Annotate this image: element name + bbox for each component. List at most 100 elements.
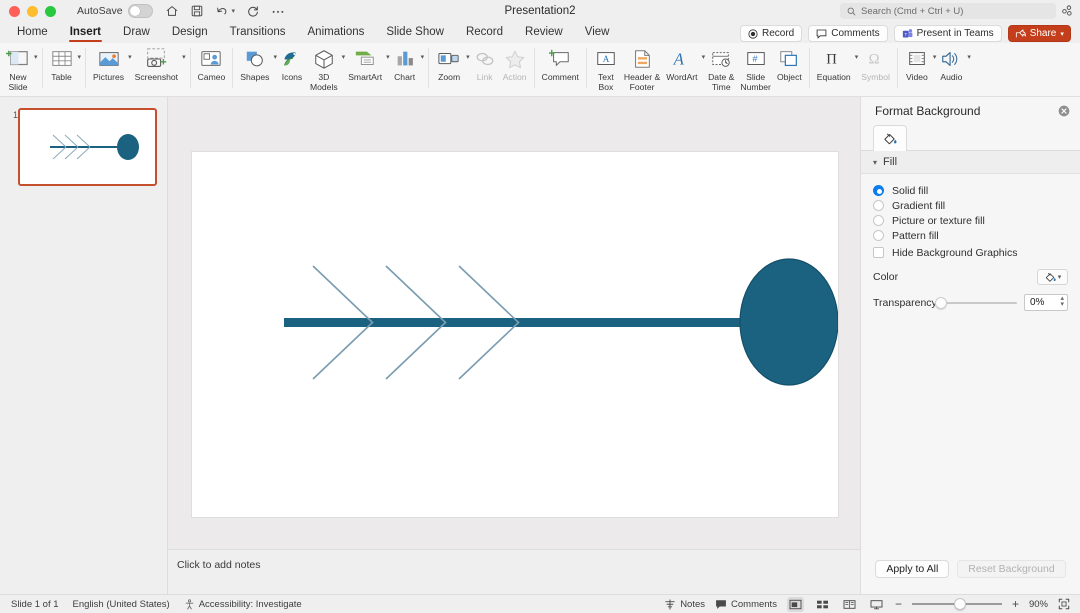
ribbon-toolbar[interactable]: New Slide ▾ Table ▾ Pictures ▾ Screensho… [0,43,1080,97]
ribbon-group-text: A Text Box Header & Footer A WordArt ▾ D… [591,43,805,97]
radio-picture-texture-fill[interactable] [873,215,884,226]
tab-animations[interactable]: Animations [297,22,376,43]
option-solid-fill[interactable]: Solid fill [873,183,1068,198]
chevron-down-icon[interactable]: ▾ [34,53,38,61]
ribbon-new-slide[interactable]: New Slide [3,43,33,92]
ribbon-header-footer[interactable]: Header & Footer [621,43,663,92]
option-hide-background-graphics[interactable]: Hide Background Graphics [873,245,1068,260]
radio-solid-fill[interactable] [873,185,884,196]
ribbon-date-time[interactable]: Date & Time [705,43,737,92]
chevron-down-icon[interactable]: ▾ [967,53,971,61]
fishbone-diagram[interactable] [192,152,838,517]
notes-pane[interactable]: Click to add notes [168,549,860,594]
transparency-field[interactable]: Transparency 0% ▴ ▾ [873,294,1068,311]
slide-thumbnail-pane[interactable]: 1 [0,97,168,594]
tab-record[interactable]: Record [455,22,514,43]
connector-icon[interactable] [1060,4,1073,17]
view-slide-sorter-button[interactable] [814,597,831,612]
chevron-down-icon[interactable]: ▾ [421,53,425,61]
fit-to-window-button[interactable] [1058,598,1070,610]
view-reading-button[interactable] [841,597,858,612]
tab-insert[interactable]: Insert [59,22,112,43]
zoom-level-label[interactable]: 90% [1029,599,1048,610]
option-picture-texture-fill[interactable]: Picture or texture fill [873,213,1068,228]
tab-home[interactable]: Home [6,22,59,43]
format-pane-footer[interactable]: Apply to All Reset Background [861,560,1080,578]
fill-section-header[interactable]: ▾ Fill [861,151,1080,174]
thumbnail-row[interactable]: 1 [0,108,168,186]
chevron-down-icon[interactable]: ▾ [78,53,82,61]
slide-editor-area[interactable]: Click to add notes [168,97,860,594]
transparency-value-input[interactable]: 0% ▴ ▾ [1024,294,1068,311]
tab-fill[interactable] [873,125,907,151]
status-bar-right[interactable]: Notes Comments − + 90% [664,596,1080,612]
search-input[interactable]: Search (Cmd + Ctrl + U) [840,3,1056,19]
share-button[interactable]: Share ▾ [1007,25,1071,42]
ribbon-audio[interactable]: Audio [936,43,966,83]
ribbon-separator [533,48,535,88]
format-pane-tabs[interactable] [861,118,1080,151]
option-pattern-fill[interactable]: Pattern fill [873,228,1068,243]
close-icon[interactable] [1058,105,1070,117]
zoom-out-button[interactable]: − [895,597,902,611]
slide-canvas[interactable] [192,152,838,517]
ribbon-zoom[interactable]: Zoom [433,43,465,83]
accessibility-status[interactable]: Accessibility: Investigate [184,599,302,610]
ribbon-cameo[interactable]: Cameo [195,43,229,83]
top-action-buttons[interactable]: Record Comments T Present in Teams Share… [740,25,1071,42]
language-label[interactable]: English (United States) [73,599,170,610]
fill-options[interactable]: Solid fill Gradient fill Picture or text… [861,174,1080,311]
record-button[interactable]: Record [740,25,803,42]
tab-draw[interactable]: Draw [112,22,161,43]
option-solid-fill-label: Solid fill [892,184,929,197]
ribbon-wordart[interactable]: A WordArt [663,43,700,83]
ribbon-comment[interactable]: Comment [539,43,582,83]
ribbon-object[interactable]: Object [774,43,805,83]
comments-toggle-button[interactable]: Comments [715,599,777,610]
tab-view[interactable]: View [574,22,621,43]
ribbon-pictures[interactable]: Pictures [90,43,127,83]
ribbon-separator [585,48,587,88]
smartart-icon [353,46,377,72]
ribbon-screenshot[interactable]: Screenshot [132,43,181,83]
tab-design[interactable]: Design [161,22,219,43]
notes-toggle-button[interactable]: Notes [664,599,705,610]
ribbon-video[interactable]: Video [902,43,932,83]
tab-slide-show[interactable]: Slide Show [375,22,455,43]
ribbon-text-box[interactable]: A Text Box [591,43,621,92]
stepper-arrows[interactable]: ▴ ▾ [1060,295,1064,308]
ribbon-table[interactable]: Table [47,43,77,83]
checkbox-hide-background-graphics[interactable] [873,247,884,258]
ribbon-equation[interactable]: Π Equation [814,43,854,83]
radio-gradient-fill[interactable] [873,200,884,211]
zoom-in-button[interactable]: + [1012,597,1019,611]
chevron-down-icon[interactable]: ▾ [182,53,186,61]
radio-pattern-fill[interactable] [873,230,884,241]
present-in-teams-button[interactable]: T Present in Teams [893,25,1002,42]
ribbon-video-label: Video [905,72,928,82]
status-bar[interactable]: Slide 1 of 1 English (United States) Acc… [0,594,1080,613]
ribbon-smartart[interactable]: SmartArt [345,43,385,83]
color-picker-button[interactable]: ▾ [1037,269,1068,285]
slide-thumbnail-1[interactable] [18,108,157,186]
format-background-pane[interactable]: Format Background ▾ Fill Solid fill Grad… [860,97,1080,594]
ribbon-icons[interactable]: Icons [277,43,307,83]
tab-review[interactable]: Review [514,22,574,43]
slide-count-label[interactable]: Slide 1 of 1 [11,599,59,610]
chevron-down-icon[interactable]: ▾ [873,158,877,167]
ribbon-shapes[interactable]: Shapes [237,43,272,83]
tab-transitions[interactable]: Transitions [219,22,297,43]
comments-button[interactable]: Comments [808,25,888,42]
apply-to-all-button[interactable]: Apply to All [875,560,950,578]
view-presenter-button[interactable] [868,597,885,612]
notes-placeholder[interactable]: Click to add notes [168,550,860,571]
ribbon-chart[interactable]: Chart [390,43,420,83]
chevron-down-icon[interactable]: ▾ [1058,273,1062,281]
zoom-slider[interactable] [911,598,1002,610]
option-gradient-fill[interactable]: Gradient fill [873,198,1068,213]
color-field[interactable]: Color ▾ [873,269,1068,285]
ribbon-3d-models[interactable]: 3D Models [307,43,341,92]
view-normal-button[interactable] [786,596,804,612]
transparency-slider[interactable] [935,296,1017,309]
ribbon-slide-number[interactable]: # Slide Number [737,43,774,92]
